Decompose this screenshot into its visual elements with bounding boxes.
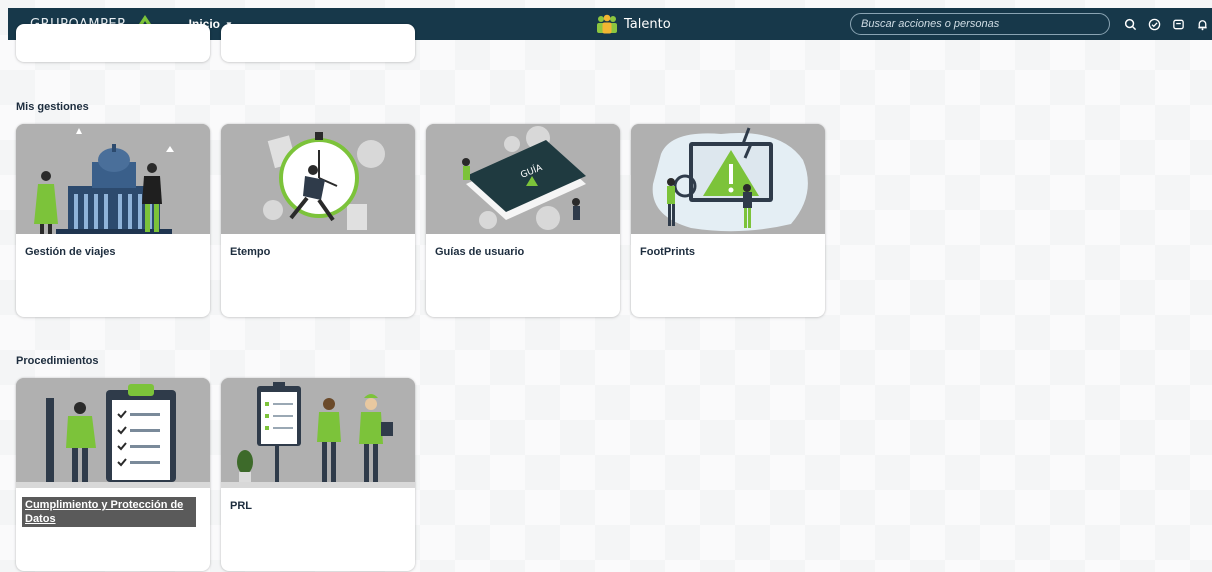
- tile-cumplimiento-proteccion-datos[interactable]: Cumplimiento y Protección de Datos: [16, 378, 210, 571]
- government-building-illustration: [16, 124, 210, 234]
- tile-title: Cumplimiento y Protección de Datos: [22, 497, 196, 527]
- checklist-clipboard-illustration: [16, 378, 210, 488]
- tile-image: [16, 124, 210, 234]
- safety-workers-illustration: [221, 378, 415, 488]
- stopwatch-illustration: [221, 124, 415, 234]
- app-title: Talento: [624, 16, 671, 32]
- tile-footprints[interactable]: FootPrints: [631, 124, 825, 317]
- partial-card[interactable]: [221, 24, 415, 62]
- search-input[interactable]: [850, 13, 1110, 35]
- check-circle-icon[interactable]: [1142, 12, 1166, 36]
- tile-image: [221, 124, 415, 234]
- header-actions: [1118, 12, 1212, 36]
- tile-title: Gestión de viajes: [25, 246, 116, 258]
- tile-image: [16, 378, 210, 488]
- tile-image: [631, 124, 825, 234]
- app-brand: Talento: [594, 14, 671, 34]
- search-icon[interactable]: [1118, 12, 1142, 36]
- tile-title: Etempo: [230, 246, 271, 258]
- tile-title: FootPrints: [640, 246, 695, 258]
- people-icon: [597, 14, 617, 34]
- tickets-icon[interactable]: [1166, 12, 1190, 36]
- section-title-procedimientos: Procedimientos: [16, 355, 99, 367]
- tile-image: [221, 378, 415, 488]
- user-guide-book-illustration: GUÍA: [426, 124, 620, 234]
- tile-title: Guías de usuario: [435, 246, 525, 258]
- section-title-mis-gestiones: Mis gestiones: [16, 101, 89, 113]
- tile-etempo[interactable]: Etempo: [221, 124, 415, 317]
- bell-icon[interactable]: [1190, 12, 1212, 36]
- partial-card[interactable]: [16, 24, 210, 62]
- tile-gestion-de-viajes[interactable]: Gestión de viajes: [16, 124, 210, 317]
- tile-image: GUÍA: [426, 124, 620, 234]
- tile-prl[interactable]: PRL: [221, 378, 415, 571]
- warning-alert-illustration: [631, 124, 825, 234]
- tile-guias-de-usuario[interactable]: GUÍA Guías de usuario: [426, 124, 620, 317]
- tile-title: PRL: [230, 500, 252, 512]
